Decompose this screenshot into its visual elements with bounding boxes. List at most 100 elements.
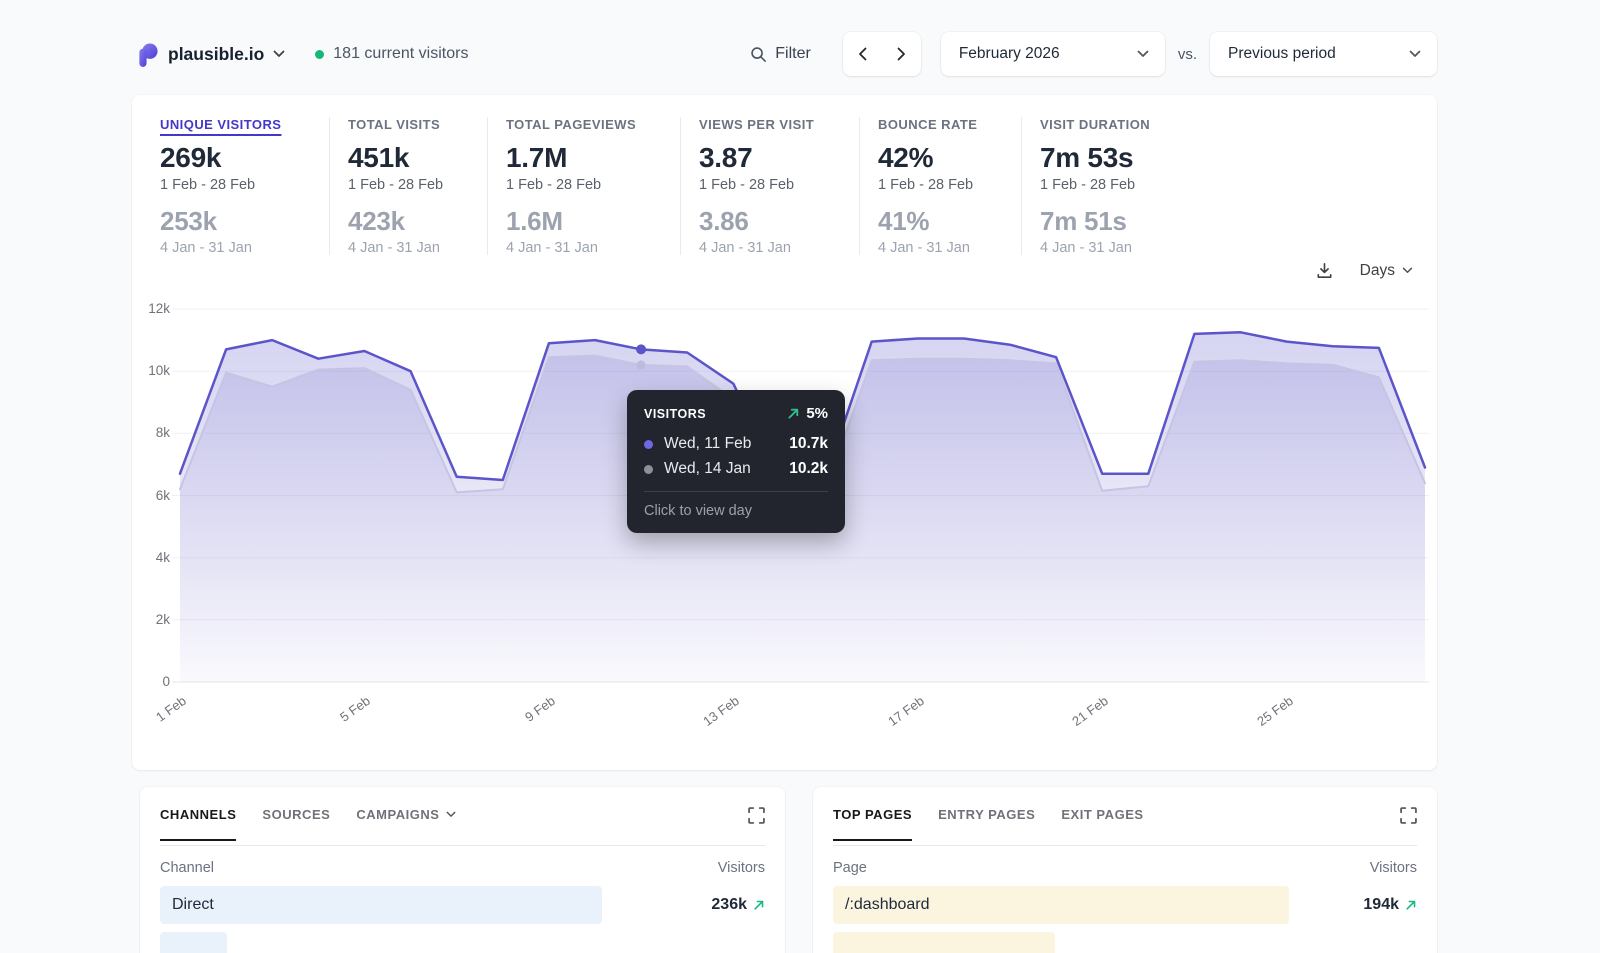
metric-label: VIEWS PER VISIT — [699, 117, 845, 132]
expand-icon — [1400, 807, 1417, 824]
download-icon — [1315, 261, 1334, 280]
next-period-arrow-button[interactable] — [883, 32, 919, 76]
tab-sources[interactable]: SOURCES — [262, 807, 330, 839]
filter-label: Filter — [775, 45, 811, 63]
y-axis-label: 12k — [148, 301, 170, 316]
period-nav — [843, 32, 921, 76]
metric-value: 269k — [160, 142, 315, 174]
tab-top-pages[interactable]: TOP PAGES — [833, 807, 912, 841]
date-range-dropdown[interactable]: February 2026 — [941, 32, 1165, 76]
row-label[interactable]: Direct — [160, 896, 214, 914]
row-label[interactable]: /:dashboard — [833, 896, 930, 914]
metric-period: 1 Feb - 28 Feb — [1040, 177, 1208, 193]
table-row[interactable] — [833, 932, 1417, 953]
column-header-page: Page — [833, 860, 867, 876]
table-row[interactable]: Direct 236k — [160, 886, 765, 924]
table-row[interactable] — [160, 932, 765, 953]
current-series-dot-icon — [644, 440, 653, 449]
metric-previous-period: 4 Jan - 31 Jan — [506, 240, 666, 256]
chart-tooltip: VISITORS 5% Wed, 11 Feb 10.7k — [627, 390, 845, 533]
arrow-up-right-icon[interactable] — [753, 899, 765, 911]
row-value: 236k — [711, 896, 747, 914]
vs-label: vs. — [1178, 46, 1197, 63]
analytics-card: UNIQUE VISITORS 269k 1 Feb - 28 Feb 253k… — [132, 95, 1437, 770]
expand-button[interactable] — [748, 807, 765, 824]
table-row[interactable]: /:dashboard 194k — [833, 886, 1417, 924]
chevron-down-icon — [1137, 50, 1149, 58]
stat-bounce-rate[interactable]: BOUNCE RATE 42% 1 Feb - 28 Feb 41% 4 Jan… — [860, 117, 1022, 255]
tab-entry-pages[interactable]: ENTRY PAGES — [938, 807, 1035, 839]
tooltip-divider — [644, 491, 828, 492]
column-header-channel: Channel — [160, 860, 214, 876]
stat-total-pageviews[interactable]: TOTAL PAGEVIEWS 1.7M 1 Feb - 28 Feb 1.6M… — [488, 117, 681, 255]
metric-label: TOTAL VISITS — [348, 117, 473, 132]
expand-button[interactable] — [1400, 807, 1417, 824]
pages-tabs: TOP PAGES ENTRY PAGES EXIT PAGES — [833, 807, 1417, 846]
interval-label: Days — [1360, 262, 1395, 280]
tab-channels[interactable]: CHANNELS — [160, 807, 236, 841]
metric-value: 7m 53s — [1040, 142, 1208, 174]
tab-exit-pages[interactable]: EXIT PAGES — [1061, 807, 1143, 839]
metric-previous-value: 41% — [878, 206, 1007, 237]
metric-previous-period: 4 Jan - 31 Jan — [878, 240, 1007, 256]
download-button[interactable] — [1315, 261, 1334, 280]
chevron-down-icon — [1409, 50, 1421, 58]
filter-button[interactable]: Filter — [750, 45, 811, 63]
tooltip-row-previous: Wed, 14 Jan 10.2k — [644, 460, 828, 478]
y-axis-label: 4k — [156, 550, 170, 565]
trend-up-icon — [787, 407, 800, 420]
site-switcher[interactable]: plausible.io — [136, 42, 285, 67]
row-bar — [160, 932, 227, 953]
plausible-dashboard: plausible.io 181 current visitors Filter — [0, 0, 1600, 953]
previous-period-arrow-button[interactable] — [844, 32, 880, 76]
metric-previous-period: 4 Jan - 31 Jan — [348, 240, 473, 256]
chevron-down-icon — [1402, 267, 1413, 274]
y-axis: 02k4k6k8k10k12k — [132, 291, 170, 691]
tooltip-value: 10.2k — [789, 460, 828, 478]
metric-label: UNIQUE VISITORS — [160, 117, 315, 132]
channels-panel: CHANNELS SOURCES CAMPAIGNS Channel Visit… — [140, 787, 785, 953]
arrow-up-right-icon[interactable] — [1405, 899, 1417, 911]
metric-value: 3.87 — [699, 142, 845, 174]
tab-campaigns[interactable]: CAMPAIGNS — [356, 807, 455, 839]
topbar: plausible.io 181 current visitors Filter — [0, 30, 1600, 78]
column-header-visitors: Visitors — [1370, 860, 1417, 876]
stat-total-visits[interactable]: TOTAL VISITS 451k 1 Feb - 28 Feb 423k 4 … — [330, 117, 488, 255]
metric-label: BOUNCE RATE — [878, 117, 1007, 132]
metric-previous-value: 7m 51s — [1040, 206, 1208, 237]
metric-label: VISIT DURATION — [1040, 117, 1208, 132]
comparison-dropdown[interactable]: Previous period — [1210, 32, 1437, 76]
tooltip-date: Wed, 14 Jan — [664, 460, 751, 478]
channels-tabs: CHANNELS SOURCES CAMPAIGNS — [160, 807, 765, 846]
stat-views-per-visit[interactable]: VIEWS PER VISIT 3.87 1 Feb - 28 Feb 3.86… — [681, 117, 860, 255]
interval-dropdown[interactable]: Days — [1360, 262, 1413, 280]
metric-label: TOTAL PAGEVIEWS — [506, 117, 666, 132]
chevron-left-icon — [858, 47, 867, 61]
chart-controls: Days — [1315, 261, 1413, 280]
tooltip-title: VISITORS — [644, 407, 706, 421]
plausible-logo-icon — [136, 42, 159, 67]
current-visitors-link[interactable]: 181 current visitors — [315, 45, 468, 63]
metric-value: 1.7M — [506, 142, 666, 174]
y-axis-label: 2k — [156, 612, 170, 627]
metric-previous-value: 3.86 — [699, 206, 845, 237]
metric-period: 1 Feb - 28 Feb — [699, 177, 845, 193]
metric-value: 42% — [878, 142, 1007, 174]
row-bar — [160, 886, 602, 924]
chevron-down-icon — [446, 811, 456, 818]
chevron-right-icon — [897, 47, 906, 61]
expand-icon — [748, 807, 765, 824]
stat-unique-visitors[interactable]: UNIQUE VISITORS 269k 1 Feb - 28 Feb 253k… — [160, 117, 330, 255]
metric-period: 1 Feb - 28 Feb — [160, 177, 315, 193]
tooltip-change-value: 5% — [806, 405, 828, 422]
metric-previous-value: 253k — [160, 206, 315, 237]
previous-series-dot-icon — [644, 465, 653, 474]
site-name: plausible.io — [168, 44, 264, 65]
metric-previous-value: 423k — [348, 206, 473, 237]
tooltip-value: 10.7k — [789, 435, 828, 453]
row-bar — [833, 932, 1055, 953]
stat-visit-duration[interactable]: VISIT DURATION 7m 53s 1 Feb - 28 Feb 7m … — [1022, 117, 1222, 255]
visitors-chart[interactable]: 02k4k6k8k10k12k 1 Feb5 Feb9 Feb13 Feb17 … — [132, 291, 1436, 761]
metric-period: 1 Feb - 28 Feb — [506, 177, 666, 193]
column-header-visitors: Visitors — [718, 860, 765, 876]
